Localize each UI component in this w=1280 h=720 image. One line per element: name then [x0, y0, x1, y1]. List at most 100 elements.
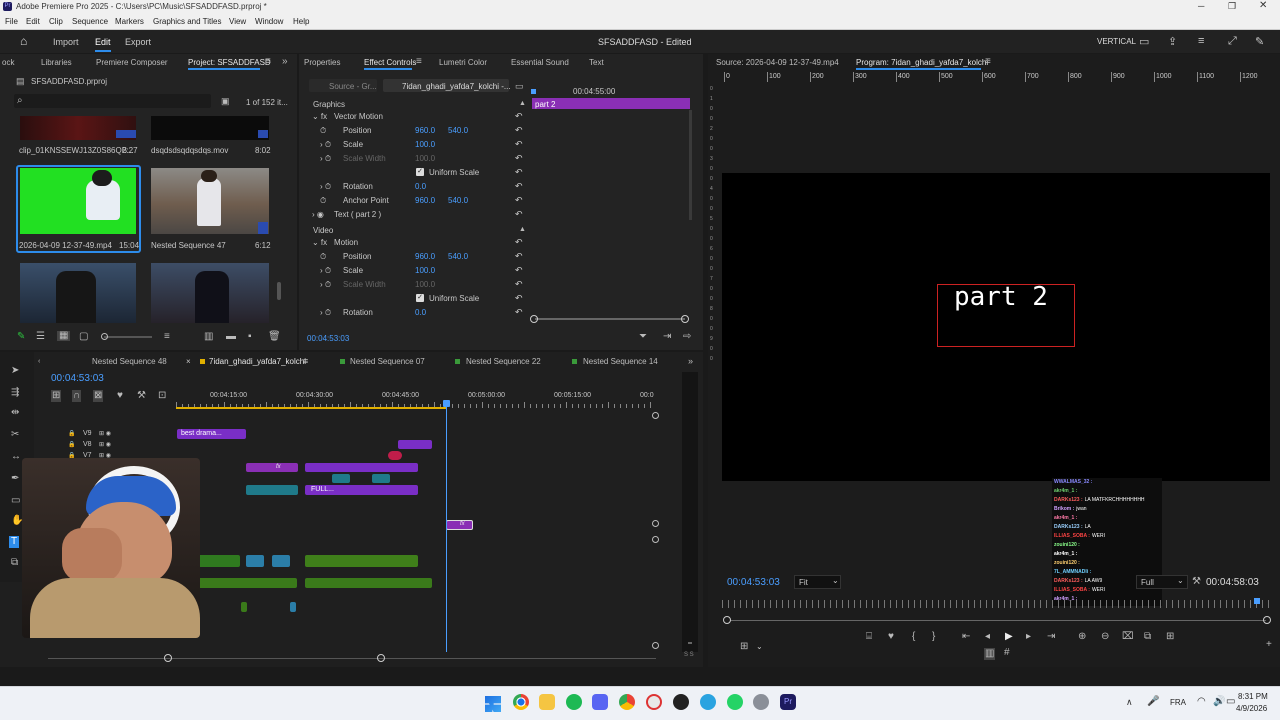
battery-icon[interactable]: ▭ — [1226, 696, 1235, 707]
reset-icon[interactable]: ↶ — [515, 195, 523, 206]
stopwatch-icon[interactable]: › ⏱ — [320, 266, 331, 276]
menu-help[interactable]: Help — [293, 17, 309, 26]
tab-main-sequence[interactable]: 7idan_ghadi_yafda7_kolchi — [209, 357, 306, 366]
new-item-icon[interactable]: ▪ — [248, 332, 252, 342]
clip-v6-a[interactable] — [246, 463, 298, 472]
ec-value[interactable]: 100.0 — [415, 280, 435, 289]
tab-program-monitor[interactable]: Program: 7idan_ghadi_yafda7_kolchi — [856, 58, 988, 67]
ec-zoom-handle-right[interactable] — [681, 315, 689, 323]
playhead-line[interactable] — [446, 402, 447, 652]
mic-icon[interactable]: 🎤 — [1147, 696, 1159, 707]
tab-project[interactable]: Project: SFSADDFASD — [188, 58, 271, 67]
reset-icon[interactable]: ↶ — [515, 307, 523, 318]
uniform-scale-checkbox[interactable]: ✓ — [416, 168, 424, 176]
pen-tool-icon[interactable]: ✒ — [11, 474, 19, 484]
zoom-slider[interactable] — [104, 336, 152, 338]
fx-expand-icon[interactable]: ⌄ fx — [312, 112, 327, 121]
track-scroll-handle[interactable] — [652, 520, 659, 527]
tab-nested-48[interactable]: Nested Sequence 48 — [92, 357, 167, 366]
telegram-icon[interactable] — [700, 694, 716, 710]
menu-graphics[interactable]: Graphics and Titles — [153, 17, 221, 26]
mark-in-icon[interactable]: { — [912, 632, 915, 642]
chevron-down-icon[interactable]: ⌄ — [756, 642, 763, 651]
chevron-left-icon[interactable]: ‹ — [38, 357, 40, 367]
rectangle-tool-icon[interactable]: ▭ — [11, 496, 20, 506]
stopwatch-icon[interactable]: ⏱ — [320, 252, 326, 262]
selection-tool-icon[interactable]: ➤ — [11, 366, 19, 376]
work-area-bar[interactable] — [176, 407, 446, 409]
tray-chevron-icon[interactable]: ∧ — [1126, 697, 1133, 708]
clip-v8[interactable] — [398, 440, 432, 449]
file-explorer-icon[interactable] — [539, 694, 555, 710]
clip-v6-b[interactable] — [305, 463, 418, 472]
audio-clip-a1b[interactable] — [246, 555, 264, 567]
windows-start-icon[interactable] — [485, 696, 501, 712]
export-tab[interactable]: Export — [125, 37, 151, 47]
timeline-timecode[interactable]: 00:04:53:03 — [51, 373, 104, 384]
menu-file[interactable]: File — [5, 17, 18, 26]
eye-icon[interactable]: ⊞ ◉ — [99, 430, 111, 437]
chrome-icon[interactable] — [513, 694, 529, 710]
timeline-ruler[interactable]: 00:04:15:00 00:04:30:00 00:04:45:00 00:05:0… — [176, 388, 654, 410]
minimize-button[interactable]: ─ — [1198, 1, 1204, 11]
ec-value[interactable]: 960.0 — [415, 252, 435, 261]
export-frame-icon[interactable]: ⇥ — [663, 332, 671, 342]
reset-icon[interactable]: ↶ — [515, 265, 523, 276]
panel-menu-icon[interactable]: ≡ — [985, 57, 991, 67]
marker-icon[interactable]: ♥ — [888, 632, 894, 642]
list-view-icon[interactable]: ☰ — [36, 332, 45, 342]
ec-value[interactable]: 100.0 — [415, 266, 435, 275]
audio-icon[interactable]: ⇨ — [683, 332, 691, 342]
wrench-icon[interactable]: ⚒ — [137, 391, 146, 401]
slip-tool-icon[interactable]: ↔ — [11, 452, 21, 462]
premiere-icon[interactable]: Pr — [780, 694, 796, 710]
wifi-icon[interactable]: ◠ — [1197, 696, 1206, 707]
edit-tab[interactable]: Edit — [95, 37, 111, 47]
audio-clip-a2a[interactable] — [193, 578, 297, 588]
chevron-right-icon[interactable]: » — [688, 356, 693, 366]
stopwatch-icon[interactable]: › ⏱ — [320, 154, 331, 164]
menu-window[interactable]: Window — [255, 17, 283, 26]
stopwatch-icon[interactable]: ⏱ — [320, 196, 326, 206]
audio-clip-a1c[interactable] — [272, 555, 290, 567]
clip-v7-marker[interactable] — [388, 451, 402, 460]
clip-v4-a[interactable] — [246, 485, 298, 495]
thumbnail-nested-47[interactable] — [151, 168, 269, 234]
tab-lock[interactable]: ock — [2, 58, 14, 67]
go-to-in-icon[interactable]: ⇤ — [962, 632, 970, 642]
new-bin-icon[interactable]: ▬ — [226, 332, 236, 342]
stopwatch-icon[interactable]: › ⏱ — [320, 308, 331, 318]
reset-icon[interactable]: ↶ — [515, 111, 523, 122]
share-icon[interactable]: ⇪ — [1168, 35, 1177, 48]
clock-time[interactable]: 8:31 PM — [1238, 692, 1268, 701]
tab-premiere-composer[interactable]: Premiere Composer — [96, 58, 168, 67]
reset-icon[interactable]: ↶ — [515, 251, 523, 262]
search-input[interactable] — [14, 94, 211, 108]
quick-export-icon[interactable]: ≡ — [1198, 35, 1204, 47]
clip-v5-a[interactable] — [332, 474, 350, 483]
track-scroll-handle[interactable] — [652, 412, 659, 419]
reset-icon[interactable]: ↶ — [515, 125, 523, 136]
grid-icon[interactable]: # — [1004, 648, 1010, 658]
whatsapp-icon[interactable] — [727, 694, 743, 710]
tab-nested-07[interactable]: Nested Sequence 07 — [350, 357, 425, 366]
reset-icon[interactable]: ↶ — [515, 237, 523, 248]
tab-libraries[interactable]: Libraries — [41, 58, 72, 67]
panel-menu-icon[interactable]: ≡ — [303, 356, 308, 366]
workspace-label[interactable]: VERTICAL — [1097, 37, 1136, 46]
reset-icon[interactable]: ↶ — [515, 153, 523, 164]
fx-expand-icon[interactable]: ⌄ fx — [312, 238, 327, 247]
ripple-edit-icon[interactable]: ⇹ — [11, 408, 19, 418]
import-tab[interactable]: Import — [53, 37, 79, 47]
chrome-icon[interactable] — [619, 694, 635, 710]
reset-icon[interactable]: ↶ — [515, 139, 523, 150]
close-tab-icon[interactable]: × — [186, 357, 191, 366]
insert-icon[interactable]: ⊞ — [51, 390, 62, 402]
pencil-icon[interactable]: ✎ — [17, 332, 25, 342]
menu-clip[interactable]: Clip — [49, 17, 63, 26]
menu-markers[interactable]: Markers — [115, 17, 144, 26]
timeline-scrollbar[interactable] — [48, 658, 656, 659]
ec-value[interactable]: 0.0 — [415, 308, 426, 317]
thumbnail-dsq[interactable] — [151, 116, 269, 140]
lock-icon[interactable]: 🔒 — [68, 430, 75, 437]
